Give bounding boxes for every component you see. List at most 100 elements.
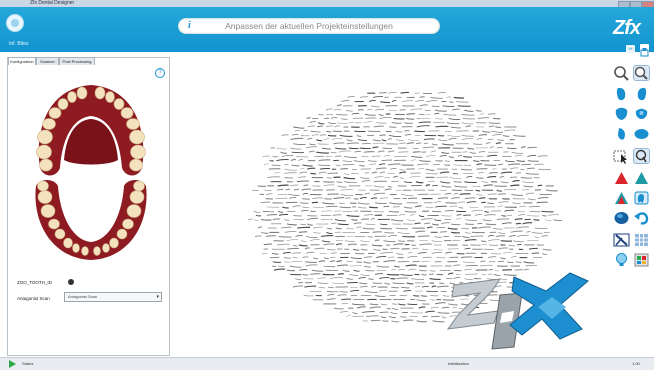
- scan-stroke: [333, 142, 345, 145]
- view-side-icon[interactable]: [613, 126, 630, 142]
- scan-stroke: [364, 192, 370, 195]
- scan-stroke: [450, 126, 461, 129]
- 3d-viewport[interactable]: [174, 57, 608, 354]
- light-bulb-icon[interactable]: [613, 252, 630, 268]
- scan-stroke: [488, 122, 501, 124]
- scan-stroke: [374, 295, 386, 297]
- lasso-select-icon[interactable]: [633, 148, 650, 164]
- scan-stroke: [322, 202, 335, 205]
- lower-jaw[interactable]: [35, 180, 147, 260]
- scan-stroke: [424, 109, 431, 112]
- help-icon[interactable]: ?: [155, 68, 165, 78]
- zoom-icon[interactable]: [613, 65, 630, 81]
- scan-stroke: [325, 108, 333, 111]
- upper-jaw[interactable]: [36, 85, 146, 176]
- scan-stroke: [448, 137, 457, 141]
- scan-stroke: [364, 172, 369, 174]
- app-logo-icon[interactable]: [6, 14, 24, 32]
- scan-stroke: [471, 185, 481, 187]
- grid-icon[interactable]: [633, 232, 650, 248]
- scan-stroke: [511, 151, 524, 154]
- scan-stroke: [363, 261, 372, 264]
- scan-stroke: [463, 155, 472, 158]
- scan-stroke: [294, 278, 301, 280]
- tab-scanner[interactable]: Scanner: [36, 57, 59, 65]
- scan-stroke: [487, 256, 497, 259]
- scan-stroke: [414, 205, 422, 208]
- jaw-selection-diagram[interactable]: [30, 80, 152, 262]
- scan-stroke: [449, 205, 458, 208]
- view-back-icon[interactable]: [633, 106, 650, 122]
- scan-stroke: [342, 269, 350, 272]
- tab-post-processing[interactable]: Post Processing: [59, 57, 95, 65]
- scan-stroke: [305, 264, 318, 267]
- scan-stroke: [526, 231, 531, 233]
- scan-stroke: [525, 172, 539, 175]
- lock-icon[interactable]: [68, 279, 74, 285]
- scan-stroke: [326, 130, 332, 133]
- color-map-icon[interactable]: [633, 252, 650, 268]
- scan-stroke: [464, 197, 476, 200]
- select-cursor-icon[interactable]: [613, 148, 630, 164]
- scan-stroke: [419, 269, 427, 272]
- zoom-area-icon[interactable]: [633, 65, 650, 81]
- scan-stroke: [406, 142, 414, 145]
- header-badge[interactable]: Hi: [626, 45, 635, 53]
- scan-stroke: [426, 226, 433, 229]
- scan-stroke: [263, 243, 273, 246]
- scan-stroke: [410, 159, 417, 161]
- antagonist-select[interactable]: Antagonist Scan ▾: [64, 292, 162, 302]
- scan-stroke: [277, 265, 285, 267]
- undo-icon[interactable]: [633, 210, 650, 226]
- play-icon[interactable]: [9, 360, 16, 368]
- scan-stroke: [426, 155, 436, 157]
- scan-stroke: [508, 244, 516, 247]
- scan-stroke: [419, 243, 432, 246]
- save-icon[interactable]: [640, 44, 649, 57]
- scan-stroke: [391, 307, 399, 310]
- triangle-teal-icon[interactable]: [633, 170, 650, 186]
- scan-stroke: [439, 171, 450, 174]
- scan-stroke: [374, 202, 387, 204]
- scan-stroke: [431, 251, 443, 254]
- scan-stroke: [379, 223, 388, 225]
- scan-stroke: [409, 176, 421, 178]
- scan-stroke: [548, 214, 559, 216]
- scan-stroke: [307, 125, 315, 128]
- status-progress-text: Initialisation: [448, 361, 469, 366]
- view-front-icon[interactable]: [613, 106, 630, 122]
- tab-konfiguration[interactable]: Konfiguration: [8, 57, 36, 65]
- scan-stroke: [457, 155, 463, 157]
- scan-stroke: [475, 109, 482, 112]
- scan-stroke: [461, 227, 470, 230]
- scan-stroke: [441, 222, 450, 225]
- scan-stroke: [417, 252, 427, 254]
- scan-stroke: [522, 222, 533, 225]
- scan-stroke: [434, 112, 440, 115]
- scan-stroke: [260, 201, 271, 204]
- scan-stroke: [302, 206, 310, 208]
- tooth-tool-icon[interactable]: [633, 190, 650, 206]
- app-logo-inner: [11, 19, 19, 27]
- scan-stroke: [492, 227, 503, 230]
- scan-stroke: [425, 168, 435, 171]
- antagonist-value: Antagonist Scan: [68, 294, 98, 299]
- mesh-edit-icon[interactable]: [613, 190, 630, 206]
- scan-stroke: [460, 168, 472, 171]
- scan-stroke: [426, 100, 438, 102]
- view-right-icon[interactable]: [633, 86, 650, 102]
- sculpt-icon[interactable]: [613, 210, 630, 226]
- view-left-icon[interactable]: [613, 86, 630, 102]
- cut-tool-icon[interactable]: [613, 232, 630, 248]
- triangle-red-icon[interactable]: [613, 170, 630, 186]
- scan-stroke: [366, 315, 379, 318]
- view-top-icon[interactable]: [633, 126, 650, 142]
- scan-stroke: [453, 264, 461, 267]
- scan-stroke: [419, 160, 431, 162]
- scan-stroke: [507, 163, 521, 166]
- scan-stroke: [378, 289, 388, 292]
- scan-stroke: [399, 177, 404, 179]
- scan-stroke: [330, 151, 337, 154]
- page-bottom: [0, 370, 654, 383]
- scan-stroke: [439, 231, 448, 233]
